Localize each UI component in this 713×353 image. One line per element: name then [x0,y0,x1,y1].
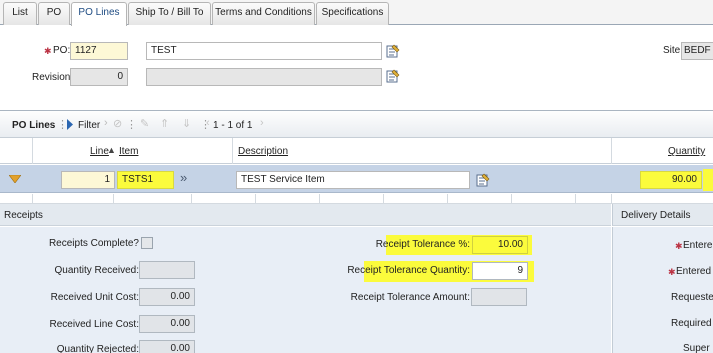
required-marker: ✱ [668,267,676,277]
revision-description-field [146,68,382,86]
tab-po[interactable]: PO [38,2,70,25]
receipts-header: Receipts [0,204,611,226]
quantity-field[interactable]: 90.00 [640,171,702,189]
po-number-field[interactable]: 1127 [70,42,128,60]
required-date-label: Required [671,318,712,329]
site-field: BEDF [681,42,713,60]
tab-bar: List PO PO Lines Ship To / Bill To Terms… [0,0,713,26]
po-lines-toolbar: PO Lines ⋮ Filter › ⊘ ⋮ ✎ ⇑ ⇓ ⋮ ‹ 1 - 1 … [0,110,713,138]
receipts-complete-checkbox[interactable] [141,237,153,249]
receipt-tolerance-amount-field [471,288,527,306]
expand-filter-icon[interactable] [66,119,74,130]
receipt-tolerance-percent-field[interactable]: 10.00 [472,236,528,254]
collapse-row-icon[interactable] [9,175,21,183]
received-line-cost-label: Received Line Cost: [49,319,140,330]
clear-filter-icon: ⊘ [113,118,123,130]
quantity-rejected-label: Quantity Rejected: [56,344,139,353]
receipt-tolerance-quantity-field[interactable]: 9 [472,262,528,280]
receipt-tolerance-percent-label: Receipt Tolerance %: [375,239,470,250]
receipts-title: Receipts [4,210,43,221]
long-description-icon[interactable] [386,69,400,83]
long-description-icon[interactable] [386,44,400,58]
quantity-rejected-field: 0.00 [139,340,195,353]
previous-icon: ‹ [206,117,210,129]
receipts-panel: Receipts Complete? Quantity Received: Re… [0,227,611,353]
tab-terms-and-conditions[interactable]: Terms and Conditions [212,2,315,25]
received-unit-cost-label: Received Unit Cost: [50,292,139,303]
highlight-marker [703,169,713,191]
revision-field: 0 [70,68,128,86]
entered-date-label: Entere [683,240,713,251]
line-description-field[interactable]: TEST Service Item [236,171,470,189]
tab-ship-to-bill-to[interactable]: Ship To / Bill To [128,2,211,25]
row-divider [0,194,713,204]
receipt-tolerance-amount-label: Receipt Tolerance Amount: [350,292,470,303]
line-number-field[interactable]: 1 [61,171,115,189]
receipts-complete-label: Receipts Complete? [48,238,139,249]
first-page-icon: ⇑ [160,118,170,130]
next-page-icon: › [260,117,264,129]
pagination-text: 1 - 1 of 1 [213,120,253,131]
previous-page-icon: ⇓ [182,118,192,130]
entered-by-label: Entered [676,266,712,277]
tab-list[interactable]: List [3,2,37,25]
quantity-column-header[interactable]: Quantity [668,146,705,157]
delivery-details-panel: ✱ Entere ✱ Entered Requeste Required Sup… [612,227,713,353]
quantity-received-field [139,261,195,279]
po-lines-title: PO Lines [12,120,56,131]
revision-label: Revision: [32,72,74,83]
site-label: Site: [663,45,684,56]
receipt-tolerance-quantity-label: Receipt Tolerance Quantity: [347,265,470,276]
received-unit-cost-field: 0.00 [139,288,195,306]
delivery-details-title: Delivery Details [621,210,691,221]
po-label: PO: [53,45,71,56]
required-marker: ✱ [675,241,683,251]
item-lookup-icon[interactable]: » [180,170,187,185]
edit-icon: ✎ [140,118,150,130]
received-line-cost-field: 0.00 [139,315,195,333]
item-field[interactable]: TSTS1 [117,171,174,189]
required-marker: ✱ [44,46,52,56]
long-description-icon[interactable] [476,173,490,187]
po-lines-column-header: Line ▲ Item Description Quantity [0,138,713,164]
filter-arrow-icon: › [104,117,108,129]
delivery-details-header: Delivery Details [612,204,713,226]
tab-po-lines[interactable]: PO Lines [71,2,127,26]
requested-by-label: Requeste [671,292,713,303]
supervisor-label: Super [683,343,710,353]
po-description-field[interactable]: TEST [146,42,382,60]
tab-specifications[interactable]: Specifications [316,2,389,25]
separator-icon: ⋮ [126,119,137,131]
filter-button[interactable]: Filter [78,120,100,131]
quantity-received-label: Quantity Received: [54,265,140,276]
table-row[interactable]: 1 TSTS1 » TEST Service Item 90.00 [0,165,713,193]
